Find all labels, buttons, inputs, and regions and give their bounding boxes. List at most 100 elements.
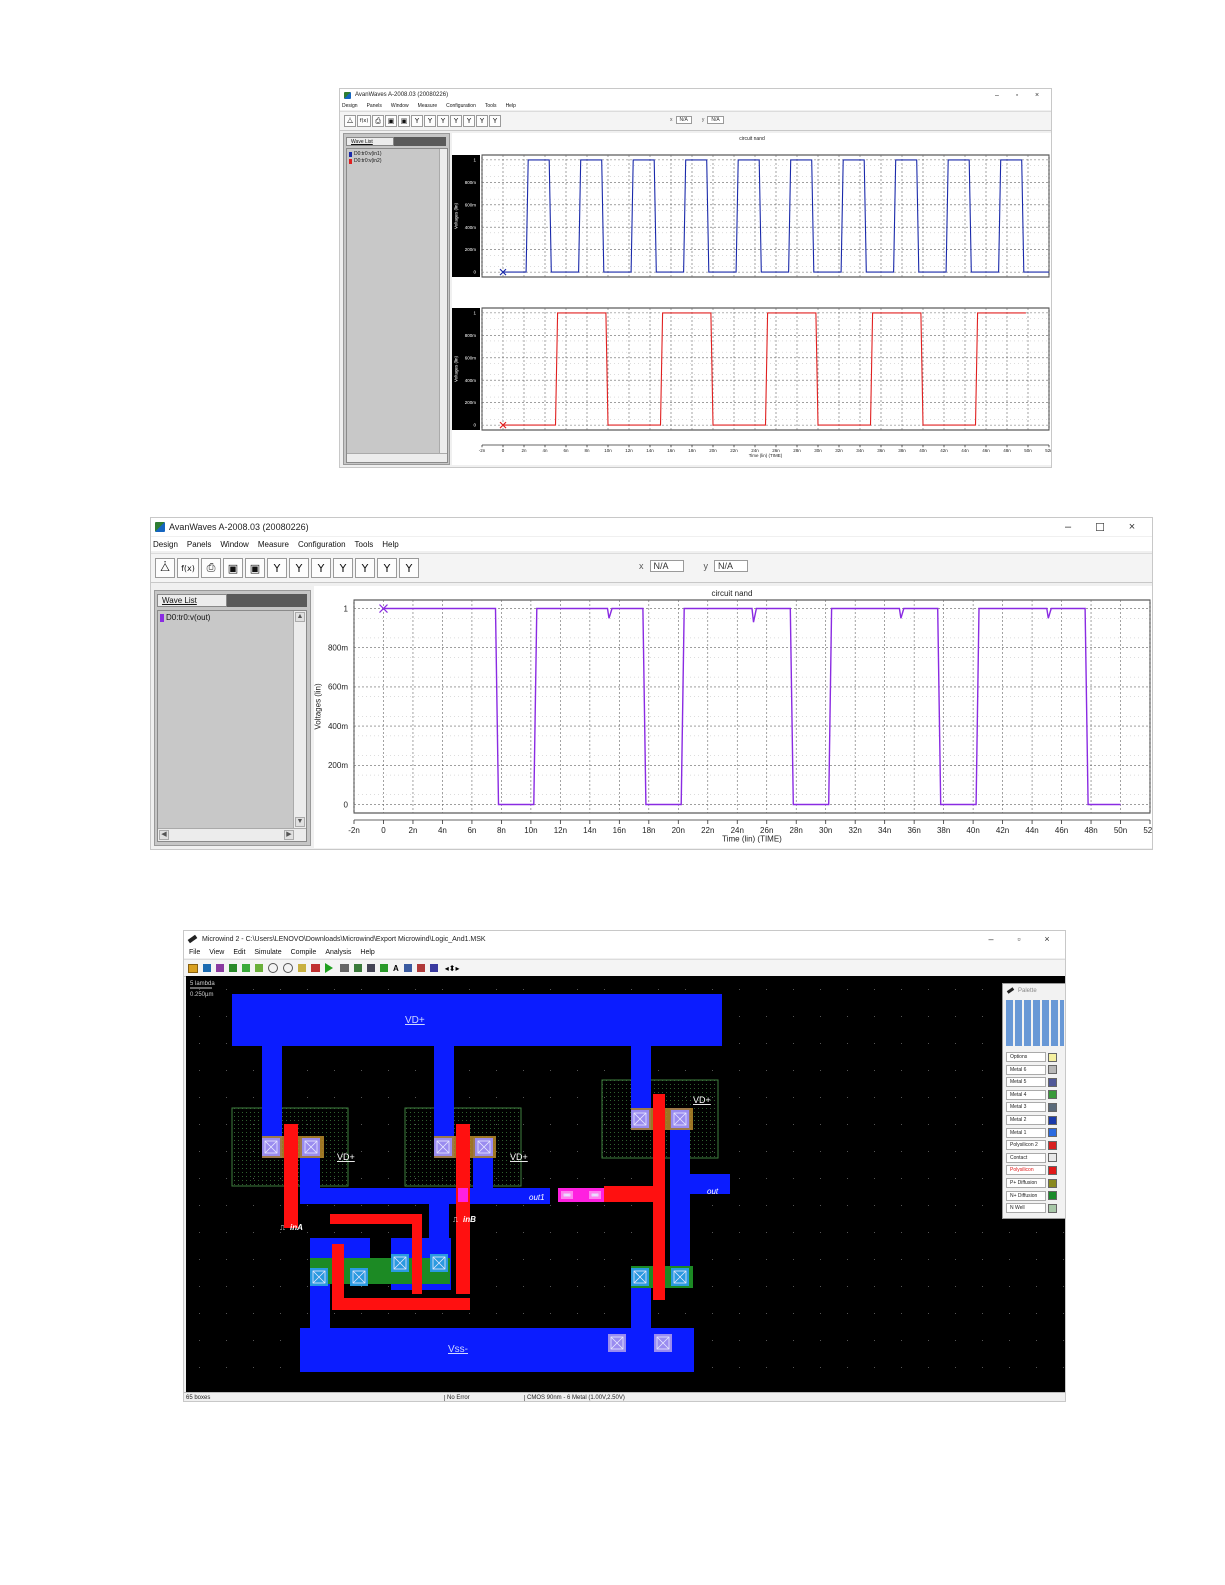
polysilicon-gate-b[interactable]: [456, 1124, 470, 1294]
panel-icon[interactable]: ▣: [223, 558, 243, 578]
polysilicon-wire[interactable]: [330, 1214, 422, 1224]
menu-configuration[interactable]: Configuration: [446, 103, 476, 109]
menu-window[interactable]: Window: [391, 103, 409, 109]
fit-view-icon[interactable]: [298, 964, 306, 972]
menu-design[interactable]: Design: [153, 540, 178, 549]
menu-view[interactable]: View: [209, 949, 224, 956]
minimize-button[interactable]: –: [987, 92, 1007, 99]
title-bar[interactable]: Microwind 2 - C:\Users\LENOVO\Downloads\…: [184, 931, 1065, 947]
zoom-out-icon[interactable]: [283, 963, 293, 973]
menu-window[interactable]: Window: [220, 540, 248, 549]
menu-help[interactable]: Help: [506, 103, 516, 109]
vertical-scrollbar[interactable]: [293, 611, 306, 829]
palette-layer-p-diffusion[interactable]: P+ Diffusion: [1006, 1178, 1057, 1188]
menu-edit[interactable]: Edit: [233, 949, 245, 956]
measure-icon-7[interactable]: Y: [399, 558, 419, 578]
metal1-out-wire[interactable]: [670, 1174, 730, 1194]
measure-icon-2[interactable]: Y: [424, 115, 436, 127]
palette-layer-contact[interactable]: Contact: [1006, 1152, 1057, 1163]
layout-drawing[interactable]: 5 lambda 0.250µm VD+ VD+ VD+ VD+ out1 ou…: [186, 976, 1065, 1392]
poly-contact[interactable]: [458, 1188, 468, 1202]
scroll-right-arrow-icon[interactable]: ▶: [284, 830, 294, 840]
menu-file[interactable]: File: [189, 949, 200, 956]
menu-simulate[interactable]: Simulate: [254, 949, 281, 956]
wave-item-in1[interactable]: D0:tr0:v(in1): [349, 151, 382, 157]
print-icon[interactable]: [367, 964, 375, 972]
palette-layer-metal-2[interactable]: Metal 2: [1006, 1115, 1057, 1125]
zoom-in-icon[interactable]: [268, 963, 278, 973]
wave-item-in2[interactable]: D0:tr0:v(in2): [349, 158, 382, 164]
navigate-arrows-icon[interactable]: ◂⬍▸: [445, 964, 460, 973]
waveform-plot[interactable]: circuit nand 1 800m 600m 400m 200m 0 Voltages (…: [313, 586, 1152, 848]
measure-icon-4[interactable]: Y: [450, 115, 462, 127]
measure-icon-2[interactable]: Y: [289, 558, 309, 578]
close-button[interactable]: ×: [1116, 521, 1148, 533]
palette-layer-n-well[interactable]: N Well: [1006, 1203, 1057, 1214]
palette-layer-n-diffusion[interactable]: N+ Diffusion: [1006, 1190, 1057, 1201]
draw-box-icon[interactable]: [216, 964, 224, 972]
save-icon[interactable]: [203, 964, 211, 972]
print-icon[interactable]: ⎙: [201, 558, 221, 578]
function-icon[interactable]: f(x): [177, 558, 199, 578]
polysilicon-wire[interactable]: [412, 1214, 422, 1294]
menu-compile[interactable]: Compile: [291, 949, 317, 956]
draw-wire-icon[interactable]: [229, 964, 237, 972]
close-button[interactable]: ×: [1033, 934, 1061, 944]
maximize-button[interactable]: ▫: [1007, 92, 1027, 99]
polysilicon-wire[interactable]: [604, 1186, 665, 1202]
text-icon[interactable]: A: [393, 964, 399, 973]
maximize-button[interactable]: ▫: [1005, 934, 1033, 944]
hierarchy-icon[interactable]: ⧊: [155, 558, 175, 578]
function-icon[interactable]: f(x): [357, 115, 371, 127]
move-icon[interactable]: [255, 964, 263, 972]
scroll-up-arrow-icon[interactable]: ▲: [295, 612, 305, 622]
menu-measure[interactable]: Measure: [258, 540, 289, 549]
menu-help[interactable]: Help: [360, 949, 374, 956]
extract-icon[interactable]: [354, 964, 362, 972]
maximize-button[interactable]: ☐: [1084, 521, 1116, 534]
connect-icon[interactable]: [340, 964, 349, 972]
measure-icon-3[interactable]: Y: [311, 558, 331, 578]
open-file-icon[interactable]: [188, 963, 198, 973]
copy-icon[interactable]: [242, 964, 250, 972]
measure-icon[interactable]: [311, 964, 320, 972]
measure-icon-3[interactable]: Y: [437, 115, 449, 127]
polysilicon-gate-a[interactable]: [284, 1124, 298, 1228]
layers-icon[interactable]: [429, 964, 438, 972]
scroll-down-arrow-icon[interactable]: ▼: [295, 817, 305, 827]
panel-add-icon[interactable]: ▣: [398, 115, 410, 127]
close-button[interactable]: ×: [1027, 92, 1047, 99]
menu-panels[interactable]: Panels: [187, 540, 211, 549]
menu-help[interactable]: Help: [382, 540, 398, 549]
metal1-vdd-rail[interactable]: [232, 994, 722, 1046]
metal1-out1-wire[interactable]: [300, 1188, 550, 1204]
palette-layer-metal-4[interactable]: Metal 4: [1006, 1089, 1057, 1100]
measure-icon-6[interactable]: Y: [476, 115, 488, 127]
graph-icon[interactable]: [416, 964, 425, 972]
measure-icon-4[interactable]: Y: [333, 558, 353, 578]
panel-add-icon[interactable]: ▣: [245, 558, 265, 578]
wave-list-tab[interactable]: Wave List: [346, 137, 394, 146]
menu-tools[interactable]: Tools: [355, 540, 374, 549]
waveform-panel-2[interactable]: 1800m600m400m200m0Voltages (lin): [452, 307, 1050, 431]
wave-item-out[interactable]: D0:tr0:v(out): [160, 613, 210, 622]
menu-measure[interactable]: Measure: [418, 103, 437, 109]
measure-icon-5[interactable]: Y: [355, 558, 375, 578]
horizontal-scrollbar[interactable]: [347, 453, 447, 462]
layout-canvas[interactable]: 5 lambda 0.250µm VD+ VD+ VD+ VD+ out1 ou…: [186, 976, 1065, 1392]
menu-design[interactable]: Design: [342, 103, 358, 109]
measure-icon-6[interactable]: Y: [377, 558, 397, 578]
title-bar[interactable]: AvanWaves A-2008.03 (20080226) – ☐ ×: [151, 518, 1152, 536]
panel-icon[interactable]: ▣: [385, 115, 397, 127]
metal1-vss-rail[interactable]: [300, 1328, 694, 1372]
n-diffusion[interactable]: [310, 1258, 450, 1284]
hierarchy-icon[interactable]: ⧊: [344, 115, 356, 127]
menu-panels[interactable]: Panels: [367, 103, 382, 109]
title-bar[interactable]: AvanWaves A-2008.03 (20080226) – ▫ ×: [340, 89, 1051, 101]
palette-layer-metal-5[interactable]: Metal 5: [1006, 1077, 1057, 1088]
palette-layer-options[interactable]: Options: [1006, 1052, 1057, 1062]
waveform-panel-1[interactable]: 1 800m 600m 400m 200m 0 Voltages (lin): [313, 599, 1151, 814]
palette-layer-metal-1[interactable]: Metal 1: [1006, 1127, 1057, 1138]
measure-icon-5[interactable]: Y: [463, 115, 475, 127]
minimize-button[interactable]: –: [977, 934, 1005, 944]
